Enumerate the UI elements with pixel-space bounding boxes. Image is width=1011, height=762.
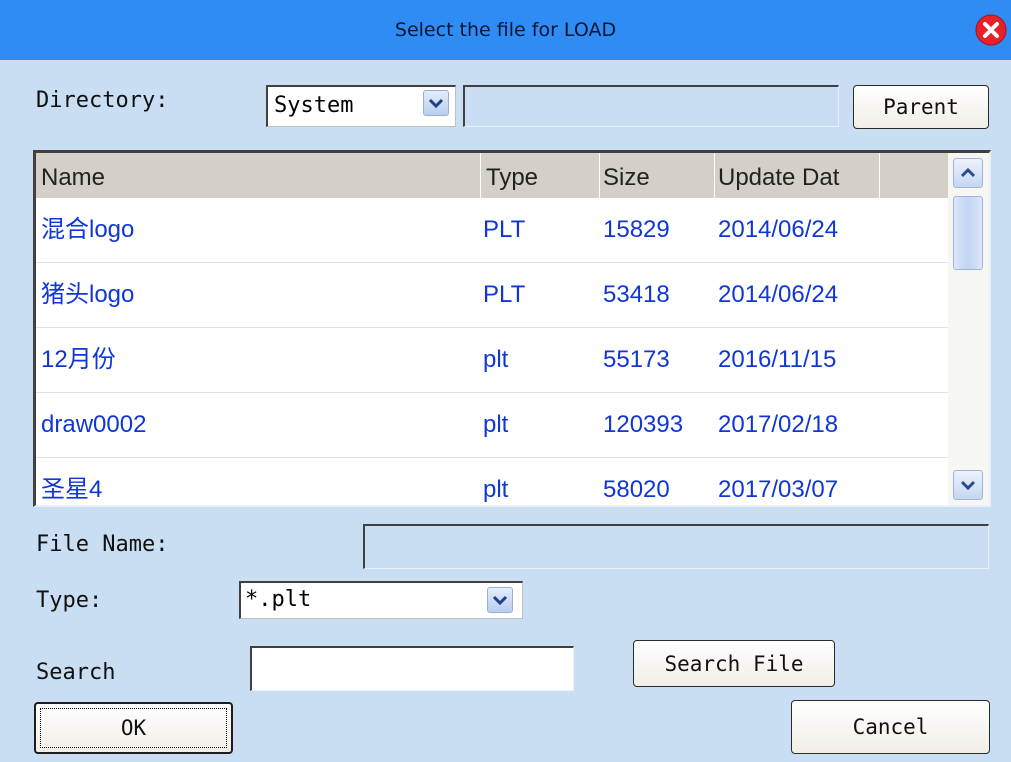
column-header-size[interactable]: Size	[603, 153, 713, 198]
file-row[interactable]: 12月份 plt 55173 2016/11/15	[36, 328, 948, 393]
column-header-name[interactable]: Name	[41, 153, 471, 198]
type-select-value: *.plt	[245, 587, 312, 612]
file-size-cell: 55173	[603, 346, 670, 373]
parent-button[interactable]: Parent	[853, 85, 989, 129]
file-row[interactable]: 混合logo PLT 15829 2014/06/24	[36, 198, 948, 263]
chevron-down-icon	[492, 595, 508, 606]
type-dropdown-button[interactable]	[487, 587, 513, 613]
scroll-thumb[interactable]	[953, 196, 983, 270]
file-type-cell: plt	[483, 476, 509, 503]
directory-path-field[interactable]	[463, 85, 839, 127]
cancel-button[interactable]: Cancel	[791, 700, 990, 754]
file-type-cell: plt	[483, 411, 509, 438]
file-list-header: Name Type Size Update Dat	[36, 153, 948, 198]
file-row[interactable]: 猪头logo PLT 53418 2014/06/24	[36, 263, 948, 328]
chevron-down-icon	[428, 98, 444, 109]
type-label: Type:	[36, 588, 103, 613]
file-size-cell: 15829	[603, 216, 670, 243]
file-type-cell: PLT	[483, 216, 526, 243]
column-header-update-date[interactable]: Update Dat	[718, 153, 876, 198]
scroll-down-button[interactable]	[953, 470, 983, 500]
file-date-cell: 2014/06/24	[718, 281, 839, 308]
file-row[interactable]: 圣星4 plt 58020 2017/03/07	[36, 458, 948, 505]
file-date-cell: 2014/06/24	[718, 216, 839, 243]
file-size-cell: 120393	[603, 411, 684, 438]
file-name-cell: 混合logo	[41, 216, 135, 243]
file-type-cell: plt	[483, 346, 509, 373]
file-size-cell: 58020	[603, 476, 670, 503]
search-label: Search	[36, 660, 116, 685]
vertical-scrollbar[interactable]	[948, 153, 989, 505]
file-size-cell: 53418	[603, 281, 670, 308]
focus-rectangle	[40, 708, 227, 748]
directory-dropdown-button[interactable]	[423, 90, 449, 116]
file-date-cell: 2017/03/07	[718, 476, 839, 503]
arrow-down-icon	[960, 480, 976, 491]
type-select[interactable]: *.plt	[239, 581, 523, 619]
column-header-type[interactable]: Type	[486, 153, 596, 198]
directory-select[interactable]: System	[266, 85, 456, 127]
file-name-cell: 圣星4	[41, 476, 103, 503]
directory-select-value: System	[274, 93, 354, 118]
file-name-cell: 猪头logo	[41, 281, 135, 308]
search-input[interactable]	[250, 646, 574, 691]
file-name-cell: draw0002	[41, 411, 147, 438]
file-type-cell: PLT	[483, 281, 526, 308]
close-button[interactable]	[975, 14, 1007, 46]
directory-label: Directory:	[36, 88, 169, 113]
file-date-cell: 2017/02/18	[718, 411, 839, 438]
file-list[interactable]: Name Type Size Update Dat 混合logo PLT 158…	[33, 150, 991, 507]
arrow-up-icon	[960, 167, 976, 178]
file-name-label: File Name:	[36, 532, 169, 557]
file-row[interactable]: draw0002 plt 120393 2017/02/18	[36, 393, 948, 458]
scroll-up-button[interactable]	[953, 158, 983, 188]
window-title: Select the file for LOAD	[394, 19, 617, 41]
ok-button[interactable]: OK	[34, 702, 233, 754]
file-name-field[interactable]	[363, 524, 989, 569]
file-date-cell: 2016/11/15	[718, 346, 837, 373]
search-file-button[interactable]: Search File	[633, 640, 835, 687]
close-icon	[975, 14, 1007, 46]
file-name-cell: 12月份	[41, 346, 116, 373]
